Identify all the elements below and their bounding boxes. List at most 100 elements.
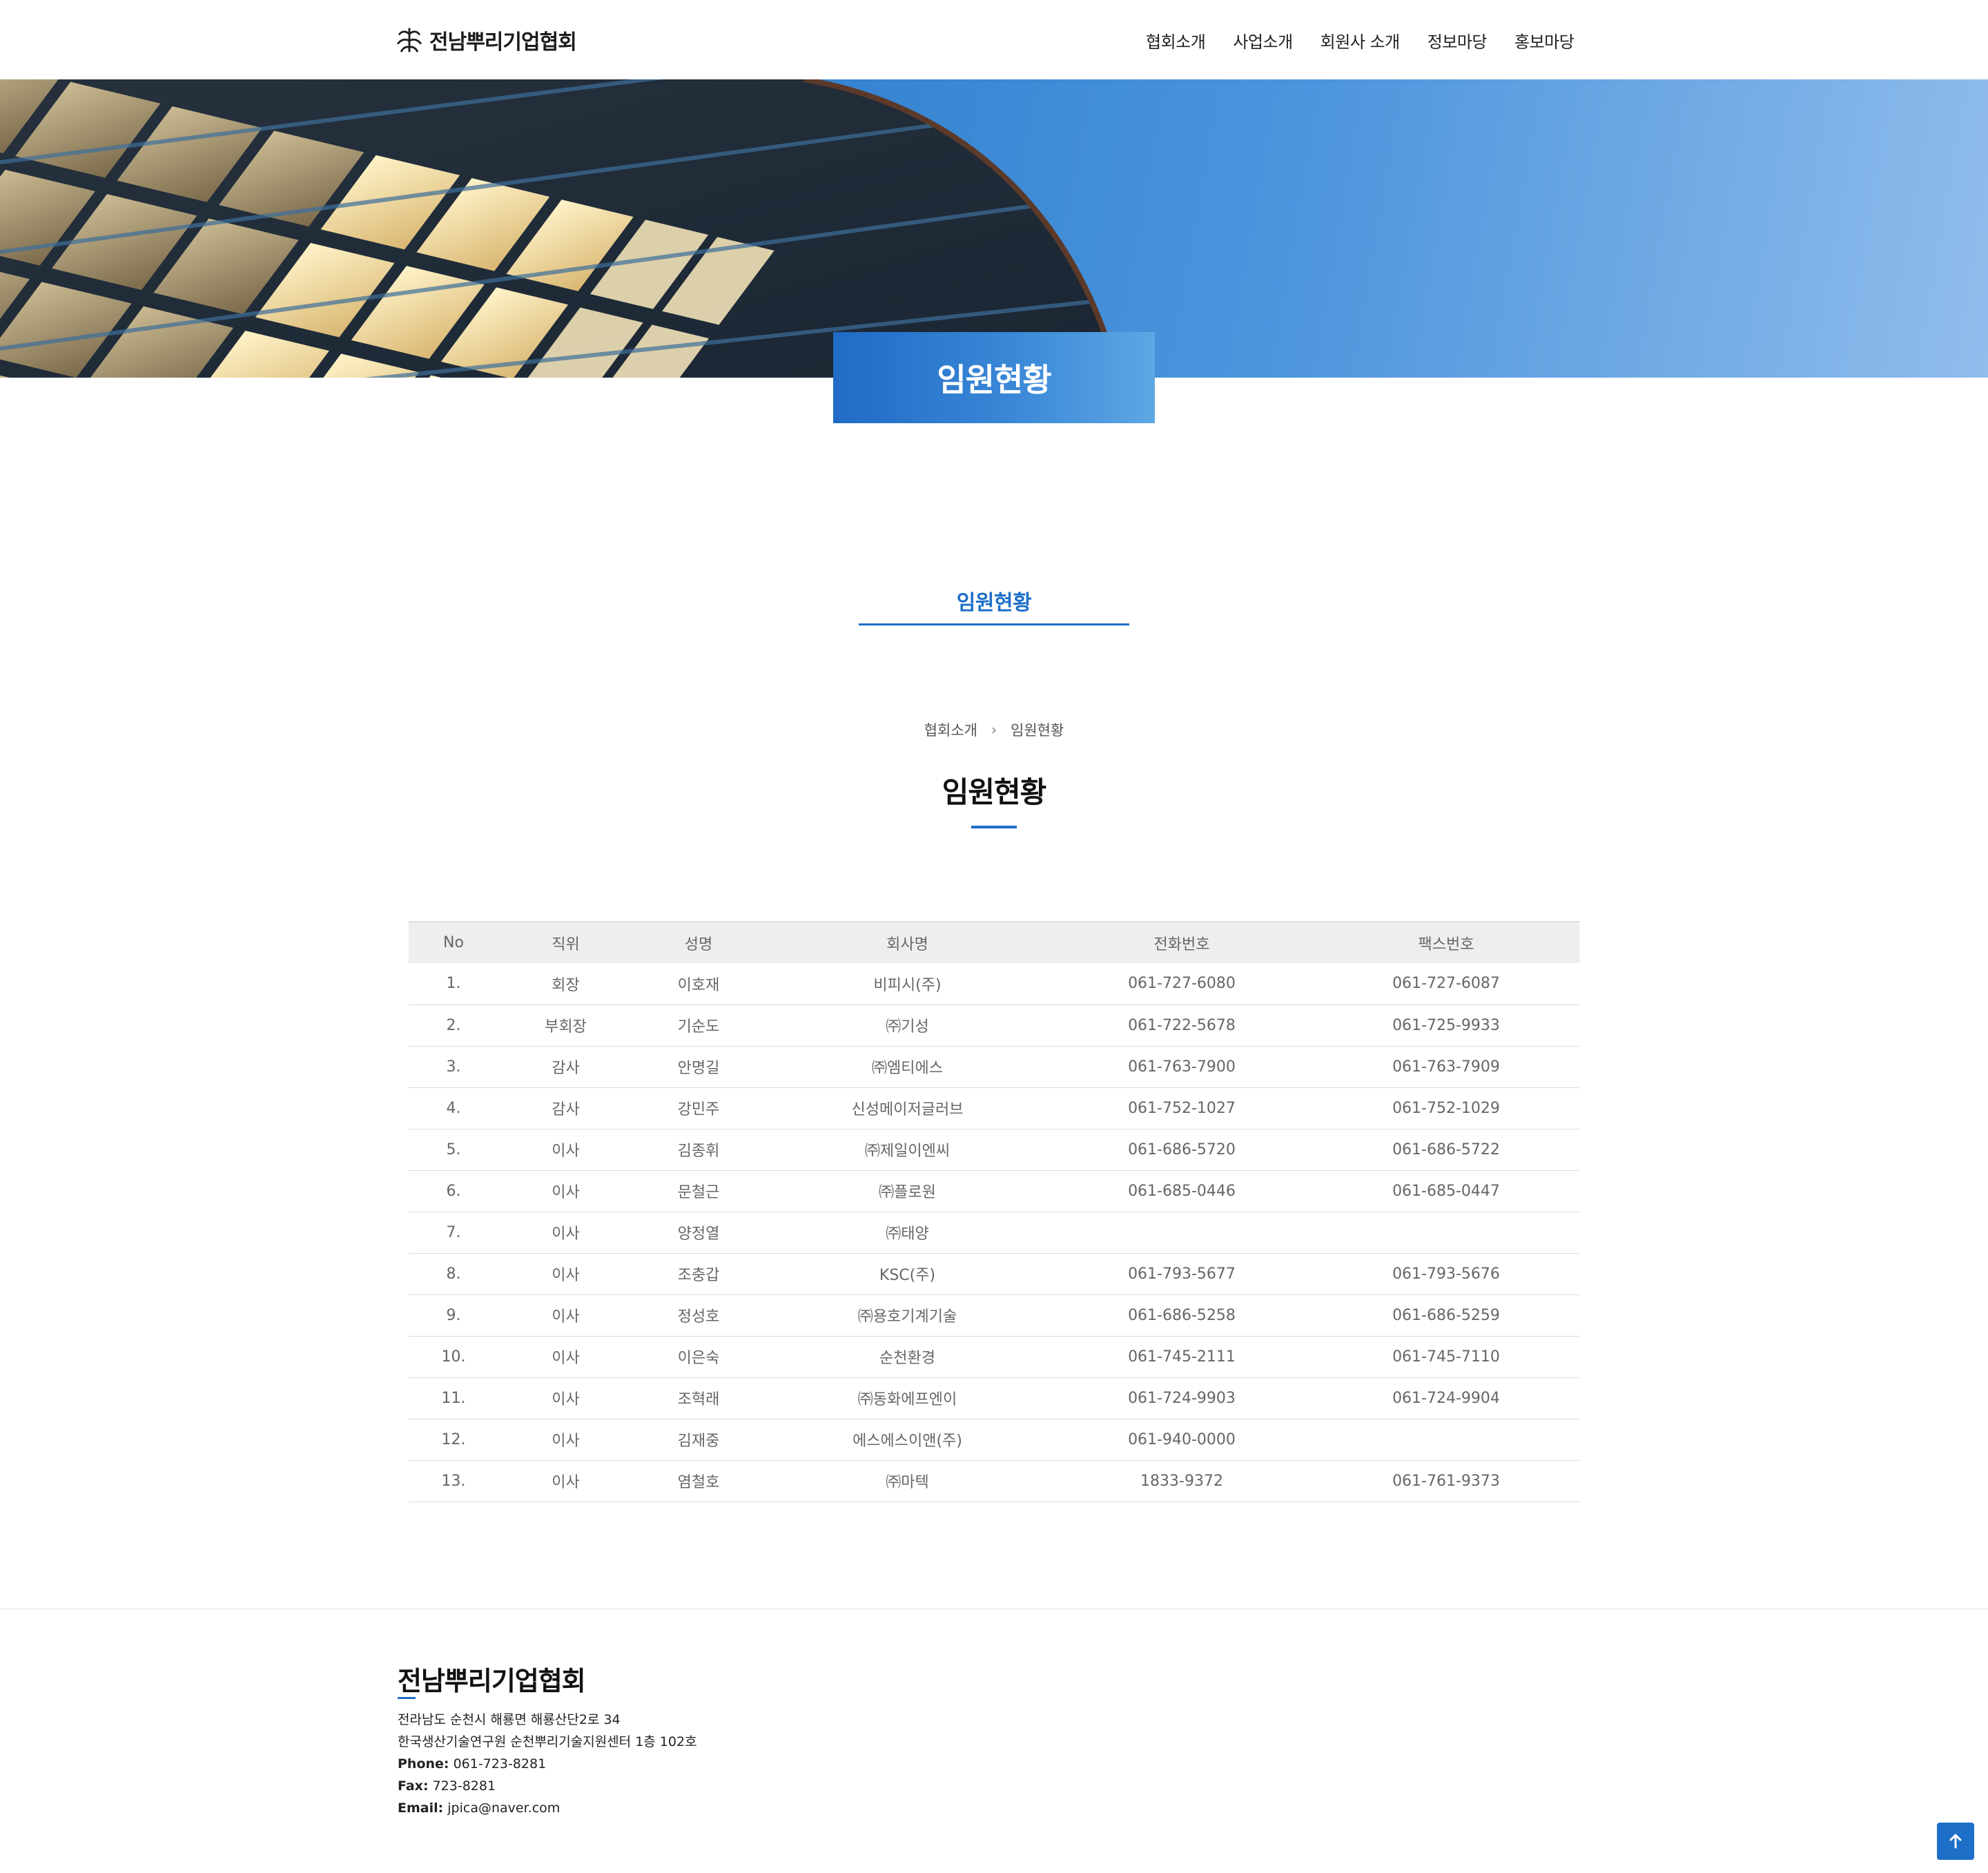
- cell-name: 정성호: [633, 1294, 764, 1337]
- cell-position: 이사: [498, 1294, 633, 1337]
- cell-name: 강민주: [633, 1087, 764, 1129]
- cell-name: 문철근: [633, 1170, 764, 1212]
- cell-no: 5.: [409, 1129, 498, 1171]
- cell-phone: 061-793-5677: [1051, 1253, 1313, 1295]
- cell-position: 이사: [498, 1460, 633, 1502]
- tab-executives[interactable]: 임원현황: [859, 577, 1129, 625]
- executives-table: No 직위 성명 회사명 전화번호 팩스번호 1. 회장 이호재 비피시(주) 061-…: [409, 921, 1579, 1502]
- table-row: 9. 이사 정성호 ㈜용호기계기술 061-686-5258 061-686-5259: [409, 1294, 1579, 1337]
- site-header: 전남뿌리기업협회 협회소개 사업소개 회원사 소개 정보마당 홍보마당: [0, 0, 1988, 79]
- cell-fax: 061-685-0447: [1313, 1170, 1579, 1212]
- cell-fax: [1313, 1419, 1579, 1461]
- header-phone: 전화번호: [1153, 935, 1210, 953]
- cell-name: 김재중: [633, 1419, 764, 1461]
- cell-company: ㈜동화에프엔이: [764, 1377, 1051, 1419]
- table-row: 6. 이사 문철근 ㈜플로원 061-685-0446 061-685-0447: [409, 1170, 1579, 1212]
- footer-email-label: Email:: [398, 1801, 444, 1816]
- footer-underline: [398, 1697, 416, 1699]
- cell-fax: 061-793-5676: [1313, 1253, 1579, 1295]
- footer-email-value[interactable]: jpica@naver.com: [447, 1801, 560, 1816]
- cell-position: 회장: [498, 963, 633, 1005]
- cell-no: 1.: [409, 963, 498, 1005]
- breadcrumb-parent[interactable]: 협회소개: [924, 719, 977, 740]
- cell-phone: [1051, 1212, 1313, 1254]
- breadcrumb: 협회소개 › 임원현황: [0, 719, 1988, 740]
- title-underline: [971, 826, 1017, 828]
- cell-phone: 061-745-2111: [1051, 1336, 1313, 1378]
- executives-table-wrap: No 직위 성명 회사명 전화번호 팩스번호 1. 회장 이호재 비피시(주) 061-…: [409, 921, 1579, 1502]
- cell-position: 감사: [498, 1087, 633, 1129]
- site-logo[interactable]: 전남뿌리기업협회: [396, 23, 577, 57]
- table-row: 11. 이사 조혁래 ㈜동화에프엔이 061-724-9903 061-724-9904: [409, 1377, 1579, 1419]
- logo-emblem-icon: [397, 28, 422, 52]
- cell-company: ㈜엠티에스: [764, 1046, 1051, 1088]
- cell-no: 7.: [409, 1212, 498, 1254]
- cell-company: ㈜용호기계기술: [764, 1294, 1051, 1337]
- hero-title-box: 임원현황: [833, 332, 1155, 423]
- nav-item-info[interactable]: 정보마당: [1427, 28, 1488, 52]
- footer-fax: Fax: 723-8281: [398, 1775, 697, 1797]
- nav-item-about[interactable]: 협회소개: [1146, 28, 1206, 52]
- cell-phone: 061-763-7900: [1051, 1046, 1313, 1088]
- cell-fax: 061-727-6087: [1313, 963, 1579, 1005]
- cell-no: 12.: [409, 1419, 498, 1461]
- cell-company: ㈜마텍: [764, 1460, 1051, 1502]
- cell-company: 비피시(주): [764, 963, 1051, 1005]
- cell-name: 조충갑: [633, 1253, 764, 1295]
- cell-fax: 061-725-9933: [1313, 1005, 1579, 1047]
- footer-email: Email: jpica@naver.com: [398, 1797, 697, 1819]
- footer-fax-value: 723-8281: [432, 1778, 496, 1794]
- nav-item-pr[interactable]: 홍보마당: [1514, 28, 1575, 52]
- scroll-top-button[interactable]: [1937, 1823, 1974, 1860]
- header-company: 회사명: [886, 935, 928, 953]
- table-row: 10. 이사 이은숙 순천환경 061-745-2111 061-745-7110: [409, 1336, 1579, 1378]
- footer-phone: Phone: 061-723-8281: [398, 1753, 697, 1775]
- cell-no: 3.: [409, 1046, 498, 1088]
- footer-title: 전남뿌리기업협회: [398, 1666, 586, 1696]
- nav-item-members[interactable]: 회원사 소개: [1321, 28, 1401, 52]
- cell-fax: 061-724-9904: [1313, 1377, 1579, 1419]
- table-row: 2. 부회장 기순도 ㈜기성 061-722-5678 061-725-9933: [409, 1005, 1579, 1047]
- table-row: 3. 감사 안명길 ㈜엠티에스 061-763-7900 061-763-7909: [409, 1046, 1579, 1088]
- cell-phone: 061-722-5678: [1051, 1005, 1313, 1047]
- cell-name: 안명길: [633, 1046, 764, 1088]
- cell-name: 이은숙: [633, 1336, 764, 1378]
- cell-fax: [1313, 1212, 1579, 1254]
- cell-phone: 061-686-5720: [1051, 1129, 1313, 1171]
- footer-phone-label: Phone:: [398, 1756, 449, 1772]
- cell-fax: 061-763-7909: [1313, 1046, 1579, 1088]
- footer-address-line2: 한국생산기술연구원 순천뿌리기술지원센터 1층 102호: [398, 1734, 697, 1749]
- cell-phone: 061-752-1027: [1051, 1087, 1313, 1129]
- logo-text: 전남뿌리기업협회: [429, 30, 577, 55]
- cell-position: 이사: [498, 1129, 633, 1171]
- cell-name: 양정열: [633, 1212, 764, 1254]
- table-row: 12. 이사 김재중 에스에스이앤(주) 061-940-0000: [409, 1419, 1579, 1461]
- footer-address-line1: 전라남도 순천시 해룡면 해룡산단2로 34: [398, 1712, 621, 1727]
- cell-company: ㈜플로원: [764, 1170, 1051, 1212]
- cell-name: 조혁래: [633, 1377, 764, 1419]
- cell-position: 이사: [498, 1336, 633, 1378]
- cell-name: 김종휘: [633, 1129, 764, 1171]
- table-row: 1. 회장 이호재 비피시(주) 061-727-6080 061-727-6087: [409, 963, 1579, 1005]
- table-row: 4. 감사 강민주 신성메이저글러브 061-752-1027 061-752-1029: [409, 1087, 1579, 1129]
- chevron-right-icon: ›: [991, 721, 997, 738]
- cell-company: 순천환경: [764, 1336, 1051, 1378]
- cell-name: 이호재: [633, 963, 764, 1005]
- cell-phone: 1833-9372: [1051, 1460, 1313, 1502]
- nav-item-business[interactable]: 사업소개: [1233, 28, 1293, 52]
- cell-position: 이사: [498, 1377, 633, 1419]
- cell-fax: 061-686-5722: [1313, 1129, 1579, 1171]
- breadcrumb-current: 임원현황: [1011, 722, 1064, 739]
- cell-position: 이사: [498, 1170, 633, 1212]
- page-title: 임원현황: [942, 775, 1047, 809]
- cell-position: 이사: [498, 1419, 633, 1461]
- tab-executives-label: 임원현황: [956, 590, 1032, 615]
- cell-fax: 061-686-5259: [1313, 1294, 1579, 1337]
- cell-position: 부회장: [498, 1005, 633, 1047]
- cell-name: 염철호: [633, 1460, 764, 1502]
- cell-fax: 061-745-7110: [1313, 1336, 1579, 1378]
- cell-no: 9.: [409, 1294, 498, 1337]
- table-row: 13. 이사 염철호 ㈜마텍 1833-9372 061-761-9373: [409, 1460, 1579, 1502]
- cell-position: 감사: [498, 1046, 633, 1088]
- cell-no: 11.: [409, 1377, 498, 1419]
